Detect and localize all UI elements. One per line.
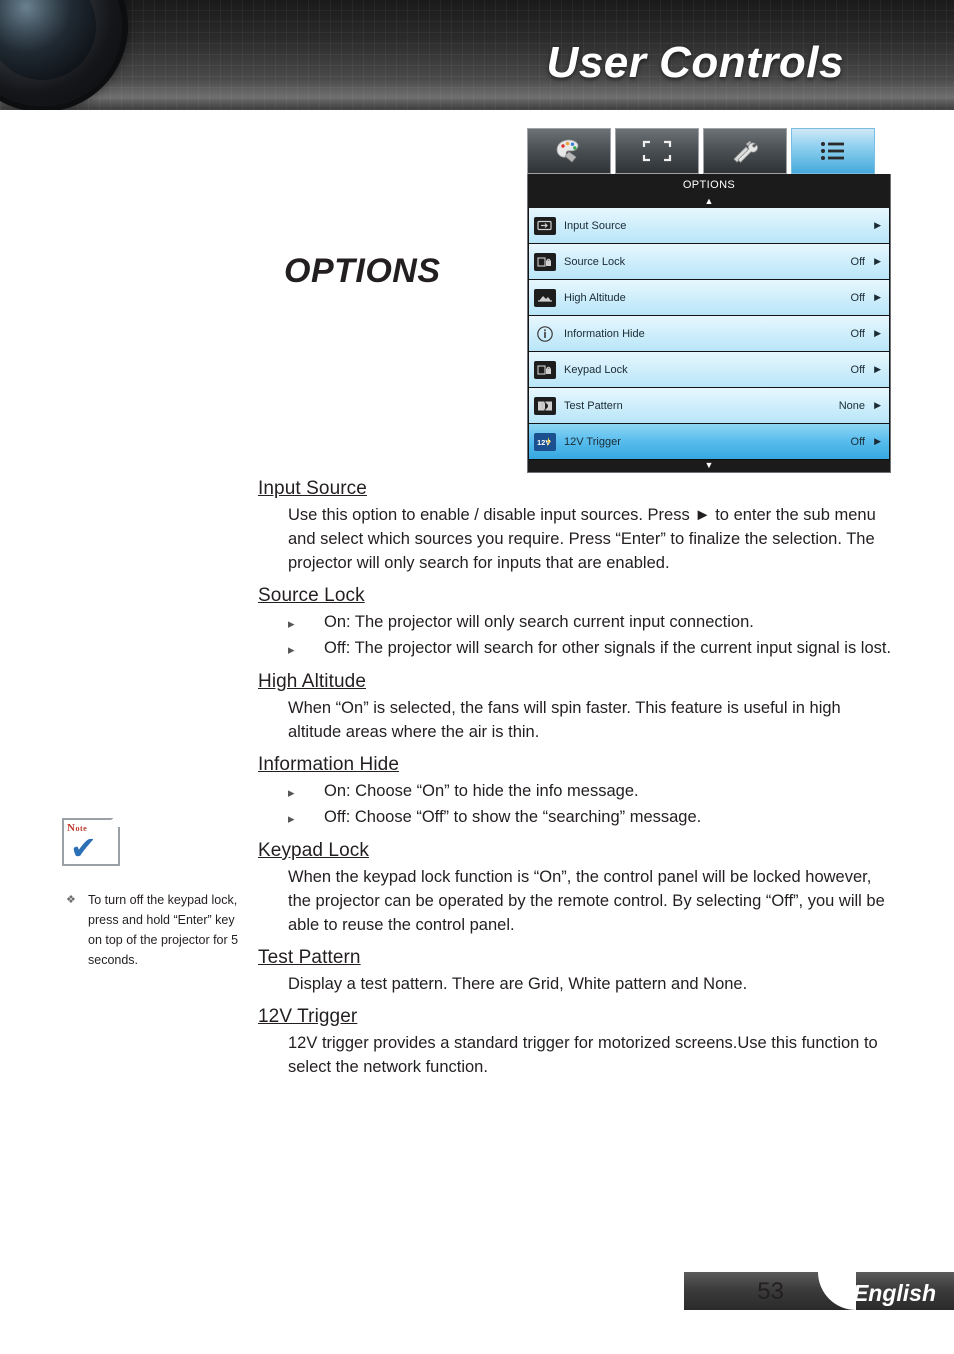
list-item: ▸ On: Choose “On” to hide the info messag… xyxy=(288,779,893,804)
page-footer: 53 English xyxy=(0,1270,954,1310)
section-heading: OPTIONS xyxy=(284,252,441,290)
screen-frame-icon xyxy=(642,140,672,162)
triangle-bullet-icon: ▸ xyxy=(288,616,295,631)
list-item-text: Off: The projector will search for other… xyxy=(324,639,892,657)
triangle-bullet-icon: ▸ xyxy=(288,785,295,800)
check-mark-icon: ✔ xyxy=(70,830,97,866)
osd-row-value: Off xyxy=(850,327,865,340)
note-badge: Note ✔ xyxy=(62,813,126,872)
source-lock-icon xyxy=(534,252,556,271)
osd-row[interactable]: Keypad Lock Off ▶ xyxy=(529,352,889,387)
note-text-content: To turn off the keypad lock, press and h… xyxy=(88,893,239,967)
triangle-bullet-icon: ▸ xyxy=(288,642,295,657)
list-item-text: Off: Choose “Off” to show the “searching… xyxy=(324,808,702,826)
osd-row-label: 12V Trigger xyxy=(564,435,621,448)
chevron-right-icon[interactable]: ▶ xyxy=(873,292,881,303)
list-bullets-icon xyxy=(821,142,844,160)
chevron-right-icon[interactable]: ▶ xyxy=(873,436,881,447)
section-body: Use this option to enable / disable inpu… xyxy=(288,506,876,572)
triangle-up-icon[interactable]: ▲ xyxy=(528,196,890,208)
osd-tab-display[interactable] xyxy=(615,128,699,174)
list-item: ▸ Off: Choose “Off” to show the “searchin… xyxy=(288,805,893,830)
section-body: When the keypad lock function is “On”, t… xyxy=(288,868,885,934)
lens-glow xyxy=(0,0,32,5)
osd-row-label: Input Source xyxy=(564,219,627,232)
section-body: Display a test pattern. There are Grid, … xyxy=(288,975,748,993)
osd-tab-options[interactable] xyxy=(791,128,875,174)
page-title: User Controls xyxy=(546,38,844,87)
section-body: When “On” is selected, the fans will spi… xyxy=(288,699,841,741)
section-title: Test Pattern xyxy=(258,947,361,968)
osd-panel: OPTIONS ▲ Input Source ▶ Source Lock Off… xyxy=(527,128,891,473)
section-body: 12V trigger provides a standard trigger … xyxy=(288,1034,878,1076)
osd-row-label: Source Lock xyxy=(564,255,626,268)
section-title: Information Hide xyxy=(258,754,400,775)
osd-row[interactable]: Input Source ▶ xyxy=(529,208,889,243)
list-item-text: On: The projector will only search curre… xyxy=(324,613,754,631)
section-test-pattern: Test Pattern Display a test pattern. The… xyxy=(258,947,893,996)
osd-row[interactable]: Information Hide Off ▶ xyxy=(529,316,889,351)
chevron-right-icon[interactable]: ▶ xyxy=(873,220,881,231)
12v-trigger-icon: 12V xyxy=(534,432,556,451)
page-number: 53 xyxy=(757,1278,784,1305)
osd-row[interactable]: High Altitude Off ▶ xyxy=(529,280,889,315)
osd-tab-bar xyxy=(527,128,891,174)
section-title: Keypad Lock xyxy=(258,840,369,861)
chevron-right-icon[interactable]: ▶ xyxy=(873,256,881,267)
diamond-bullet-icon: ❖ xyxy=(66,894,76,906)
test-pattern-icon xyxy=(534,396,556,415)
osd-menu-title: OPTIONS xyxy=(528,174,890,196)
osd-row[interactable]: Test Pattern None ▶ xyxy=(529,388,889,423)
information-hide-icon xyxy=(534,325,556,343)
section-bullets: ▸ On: The projector will only search curr… xyxy=(288,610,893,661)
osd-row-value: Off xyxy=(850,363,865,376)
body-content: Input Source Use this option to enable /… xyxy=(258,478,893,1089)
section-high-altitude: High Altitude When “On” is selected, the… xyxy=(258,671,893,744)
osd-row-label: Keypad Lock xyxy=(564,363,628,376)
triangle-bullet-icon: ▸ xyxy=(288,811,295,826)
note-callout: Note ✔ ❖ To turn off the keypad lock, pr… xyxy=(62,813,242,970)
section-12v-trigger: 12V Trigger 12V trigger provides a stand… xyxy=(258,1006,893,1079)
input-source-icon xyxy=(534,216,556,235)
section-source-lock: Source Lock ▸ On: The projector will only… xyxy=(258,585,893,661)
section-title: 12V Trigger xyxy=(258,1006,358,1027)
list-item: ▸ Off: The projector will search for othe… xyxy=(288,636,893,661)
triangle-down-icon[interactable]: ▼ xyxy=(528,460,890,472)
osd-tab-setup[interactable] xyxy=(703,128,787,174)
section-input-source: Input Source Use this option to enable /… xyxy=(258,478,893,575)
list-item: ▸ On: The projector will only search curr… xyxy=(288,610,893,635)
page-header: User Controls xyxy=(0,0,954,110)
osd-row[interactable]: Source Lock Off ▶ xyxy=(529,244,889,279)
section-information-hide: Information Hide ▸ On: Choose “On” to hid… xyxy=(258,754,893,830)
high-altitude-icon xyxy=(534,288,556,307)
osd-row-value: Off xyxy=(850,435,865,448)
palette-icon xyxy=(556,139,579,163)
osd-row-list: Input Source ▶ Source Lock Off ▶ High Al… xyxy=(528,208,890,459)
osd-row-label: Test Pattern xyxy=(564,399,623,412)
list-item-text: On: Choose “On” to hide the info message… xyxy=(324,782,639,800)
section-keypad-lock: Keypad Lock When the keypad lock functio… xyxy=(258,840,893,937)
osd-row[interactable]: 12V 12V Trigger Off ▶ xyxy=(529,424,889,459)
footer-language: English xyxy=(852,1280,936,1306)
section-bullets: ▸ On: Choose “On” to hide the info messag… xyxy=(288,779,893,830)
section-title: High Altitude xyxy=(258,671,366,692)
wrench-screwdriver-icon xyxy=(733,141,758,163)
osd-row-value: Off xyxy=(850,255,865,268)
osd-row-label: High Altitude xyxy=(564,291,626,304)
section-title: Input Source xyxy=(258,478,367,499)
osd-row-value: Off xyxy=(850,291,865,304)
section-title: Source Lock xyxy=(258,585,365,606)
chevron-right-icon[interactable]: ▶ xyxy=(873,328,881,339)
note-text: ❖ To turn off the keypad lock, press and… xyxy=(62,890,242,970)
keypad-lock-icon xyxy=(534,360,556,379)
chevron-right-icon[interactable]: ▶ xyxy=(873,400,881,411)
osd-row-value: None xyxy=(838,399,865,412)
osd-tab-image[interactable] xyxy=(527,128,611,174)
osd-body: OPTIONS ▲ Input Source ▶ Source Lock Off… xyxy=(527,174,891,473)
chevron-right-icon[interactable]: ▶ xyxy=(873,364,881,375)
note-badge-fold xyxy=(102,813,120,827)
osd-row-label: Information Hide xyxy=(564,327,645,340)
